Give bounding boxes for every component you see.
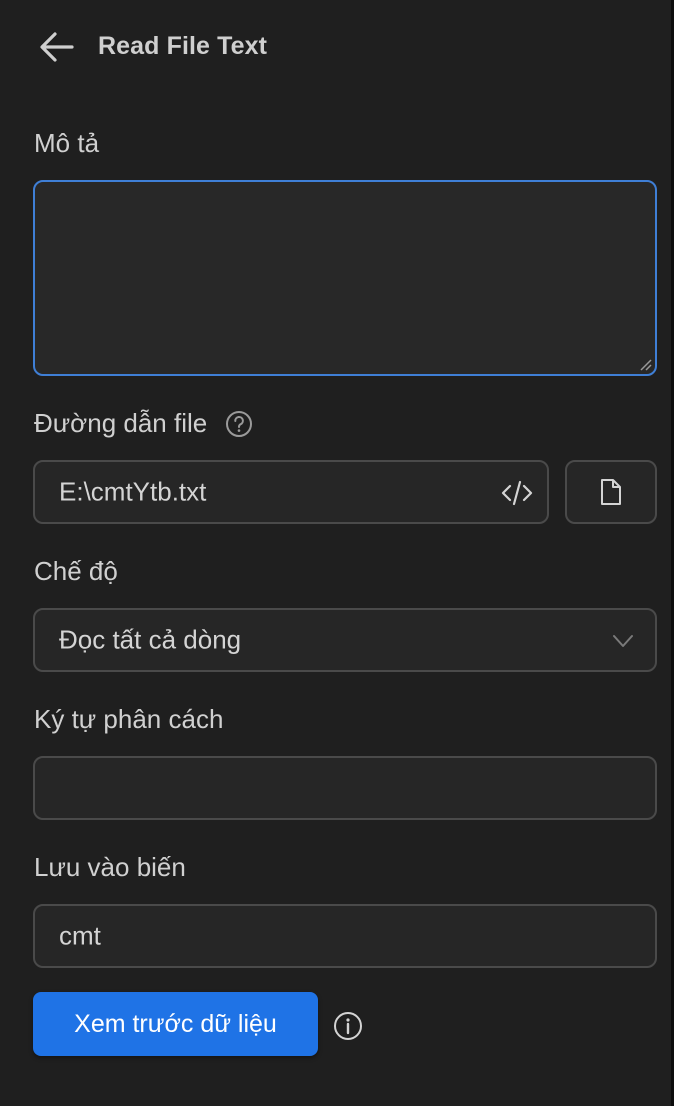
back-button[interactable] [36, 28, 76, 66]
arrow-left-icon [40, 32, 74, 62]
resize-grip-icon[interactable] [638, 357, 652, 371]
file-icon [601, 479, 621, 505]
separator-input[interactable] [33, 756, 657, 820]
info-icon[interactable] [332, 1010, 364, 1042]
page-title: Read File Text [98, 32, 268, 60]
mode-selected-value: Đọc tất cả dòng [59, 624, 242, 655]
mode-label: Chế độ [34, 556, 118, 586]
file-path-value: E:\cmtYtb.txt [59, 476, 207, 507]
separator-label: Ký tự phân cách [34, 704, 224, 734]
preview-data-button[interactable]: Xem trước dữ liệu [33, 992, 318, 1056]
mode-select[interactable]: Đọc tất cả dòng [33, 608, 657, 672]
chevron-down-icon [613, 635, 633, 647]
description-textarea[interactable] [33, 180, 657, 376]
file-path-input[interactable]: E:\cmtYtb.txt [33, 460, 549, 524]
file-path-label: Đường dẫn file [34, 408, 208, 438]
panel-header: Read File Text [0, 0, 671, 95]
code-icon[interactable] [501, 478, 533, 508]
save-variable-input[interactable]: cmt [33, 904, 657, 968]
save-variable-value: cmt [59, 920, 101, 951]
save-variable-label: Lưu vào biến [34, 852, 186, 882]
question-circle-icon[interactable] [224, 409, 254, 439]
browse-file-button[interactable] [565, 460, 657, 524]
description-label: Mô tả [34, 128, 100, 158]
